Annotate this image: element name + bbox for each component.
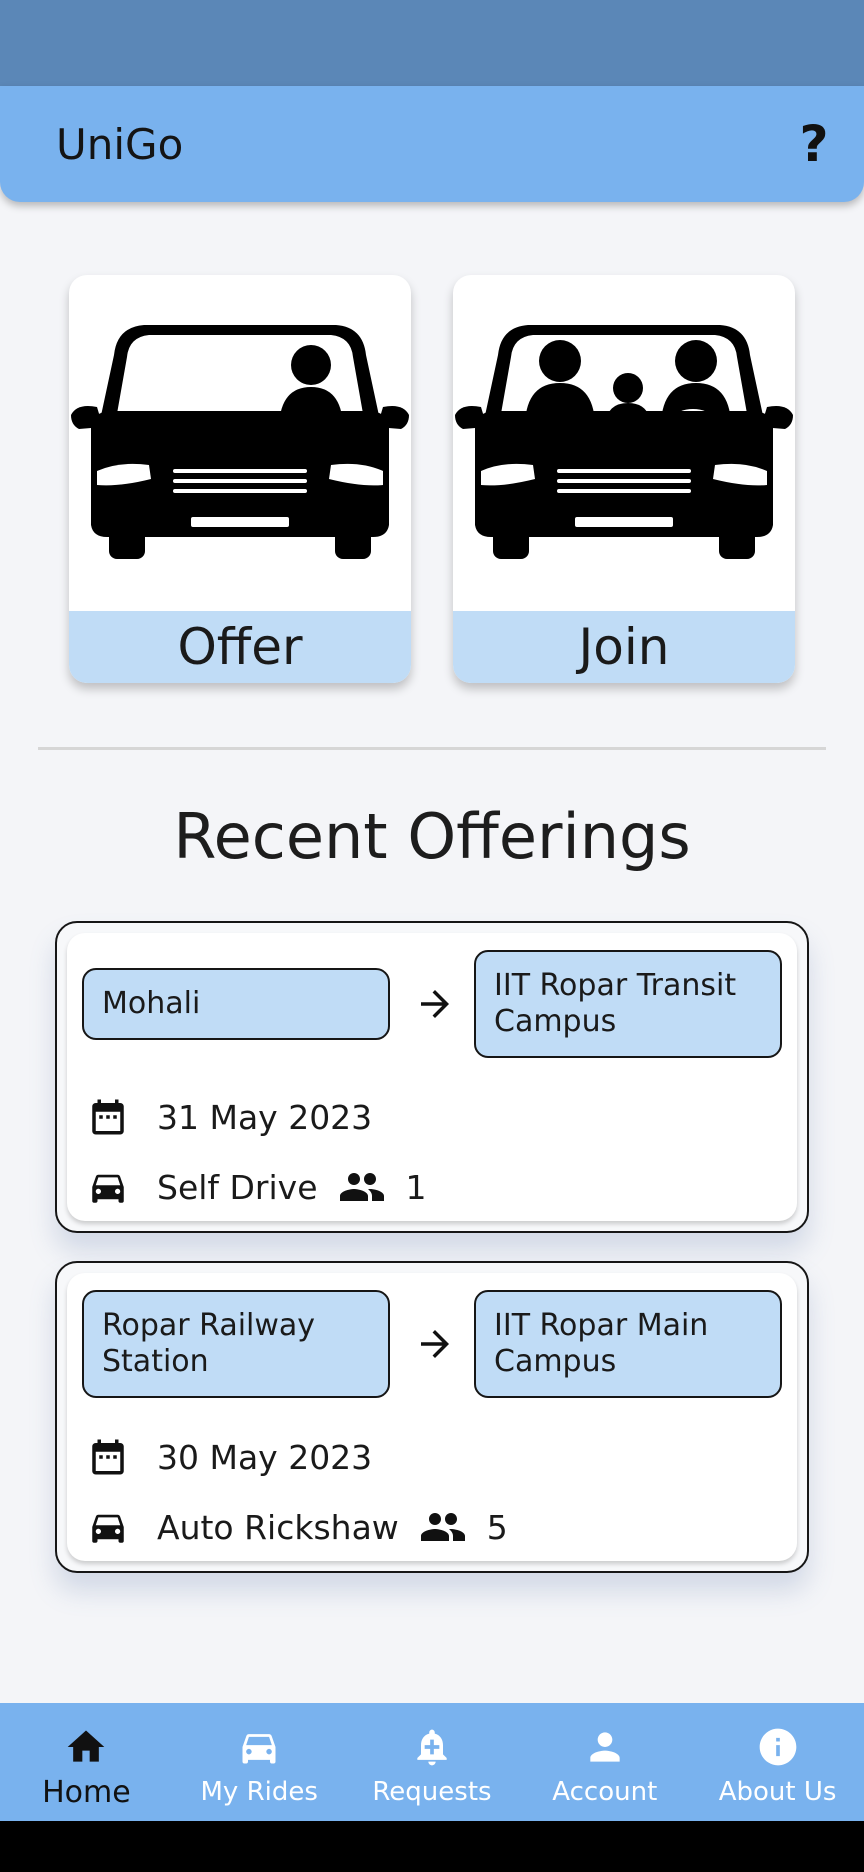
calendar-icon <box>92 1439 124 1475</box>
ride-card-body: Mohali IIT Ropar Transit Campus 31 May 2… <box>67 933 797 1221</box>
nav-account-label: Account <box>552 1777 658 1807</box>
ride-date: 30 May 2023 <box>157 1437 373 1477</box>
nav-requests[interactable]: Requests <box>346 1703 519 1821</box>
nav-my-rides[interactable]: My Rides <box>173 1703 346 1821</box>
nav-about-us[interactable]: About Us <box>691 1703 864 1821</box>
person-icon <box>590 1732 620 1762</box>
ride-card[interactable]: Mohali IIT Ropar Transit Campus 31 May 2… <box>55 921 809 1233</box>
arrow-right-icon <box>421 990 449 1018</box>
recent-offerings-title: Recent Offerings <box>173 800 691 873</box>
nav-home-label: Home <box>42 1775 131 1810</box>
ride-date: 31 May 2023 <box>157 1097 373 1137</box>
offer-ride-tile[interactable]: Offer <box>69 275 411 683</box>
bottom-nav: Home My Rides Requests Account About Us <box>0 1703 864 1821</box>
ride-card-body: Ropar Railway Station IIT Ropar Main Cam… <box>67 1273 797 1561</box>
from-location: Mohali <box>82 968 390 1040</box>
help-icon[interactable]: ? <box>794 119 834 169</box>
calendar-icon <box>92 1099 124 1135</box>
car-passengers-icon <box>455 325 793 559</box>
seat-count: 1 <box>405 1167 427 1207</box>
join-label: Join <box>453 611 795 683</box>
offer-label: Offer <box>69 611 411 683</box>
bell-plus-icon <box>417 1729 447 1766</box>
to-location: IIT Ropar Main Campus <box>474 1290 782 1398</box>
info-icon <box>759 1728 796 1766</box>
people-icon <box>339 1173 384 1201</box>
car-icon <box>92 1514 124 1543</box>
system-nav-bar <box>0 1821 864 1872</box>
car-icon <box>92 1174 124 1203</box>
car-icon <box>242 1734 276 1764</box>
nav-account[interactable]: Account <box>518 1703 691 1821</box>
nav-about-us-label: About Us <box>718 1777 837 1807</box>
ride-mode: Self Drive <box>157 1167 318 1207</box>
app-title: UniGo <box>56 119 184 169</box>
from-location: Ropar Railway Station <box>82 1290 390 1398</box>
to-location: IIT Ropar Transit Campus <box>474 950 782 1058</box>
status-bar <box>0 0 864 86</box>
join-ride-tile[interactable]: Join <box>453 275 795 683</box>
arrow-right-icon <box>421 1330 449 1358</box>
ride-mode: Auto Rickshaw <box>157 1507 399 1547</box>
seat-count: 5 <box>486 1507 508 1547</box>
car-driver-icon <box>71 325 409 559</box>
people-icon <box>420 1513 465 1541</box>
nav-requests-label: Requests <box>372 1777 492 1807</box>
nav-my-rides-label: My Rides <box>200 1777 318 1807</box>
divider <box>38 747 826 750</box>
nav-home[interactable]: Home <box>0 1703 173 1821</box>
ride-card[interactable]: Ropar Railway Station IIT Ropar Main Cam… <box>55 1261 809 1573</box>
home-icon <box>68 1730 105 1762</box>
app-bar: UniGo ? <box>0 86 864 202</box>
